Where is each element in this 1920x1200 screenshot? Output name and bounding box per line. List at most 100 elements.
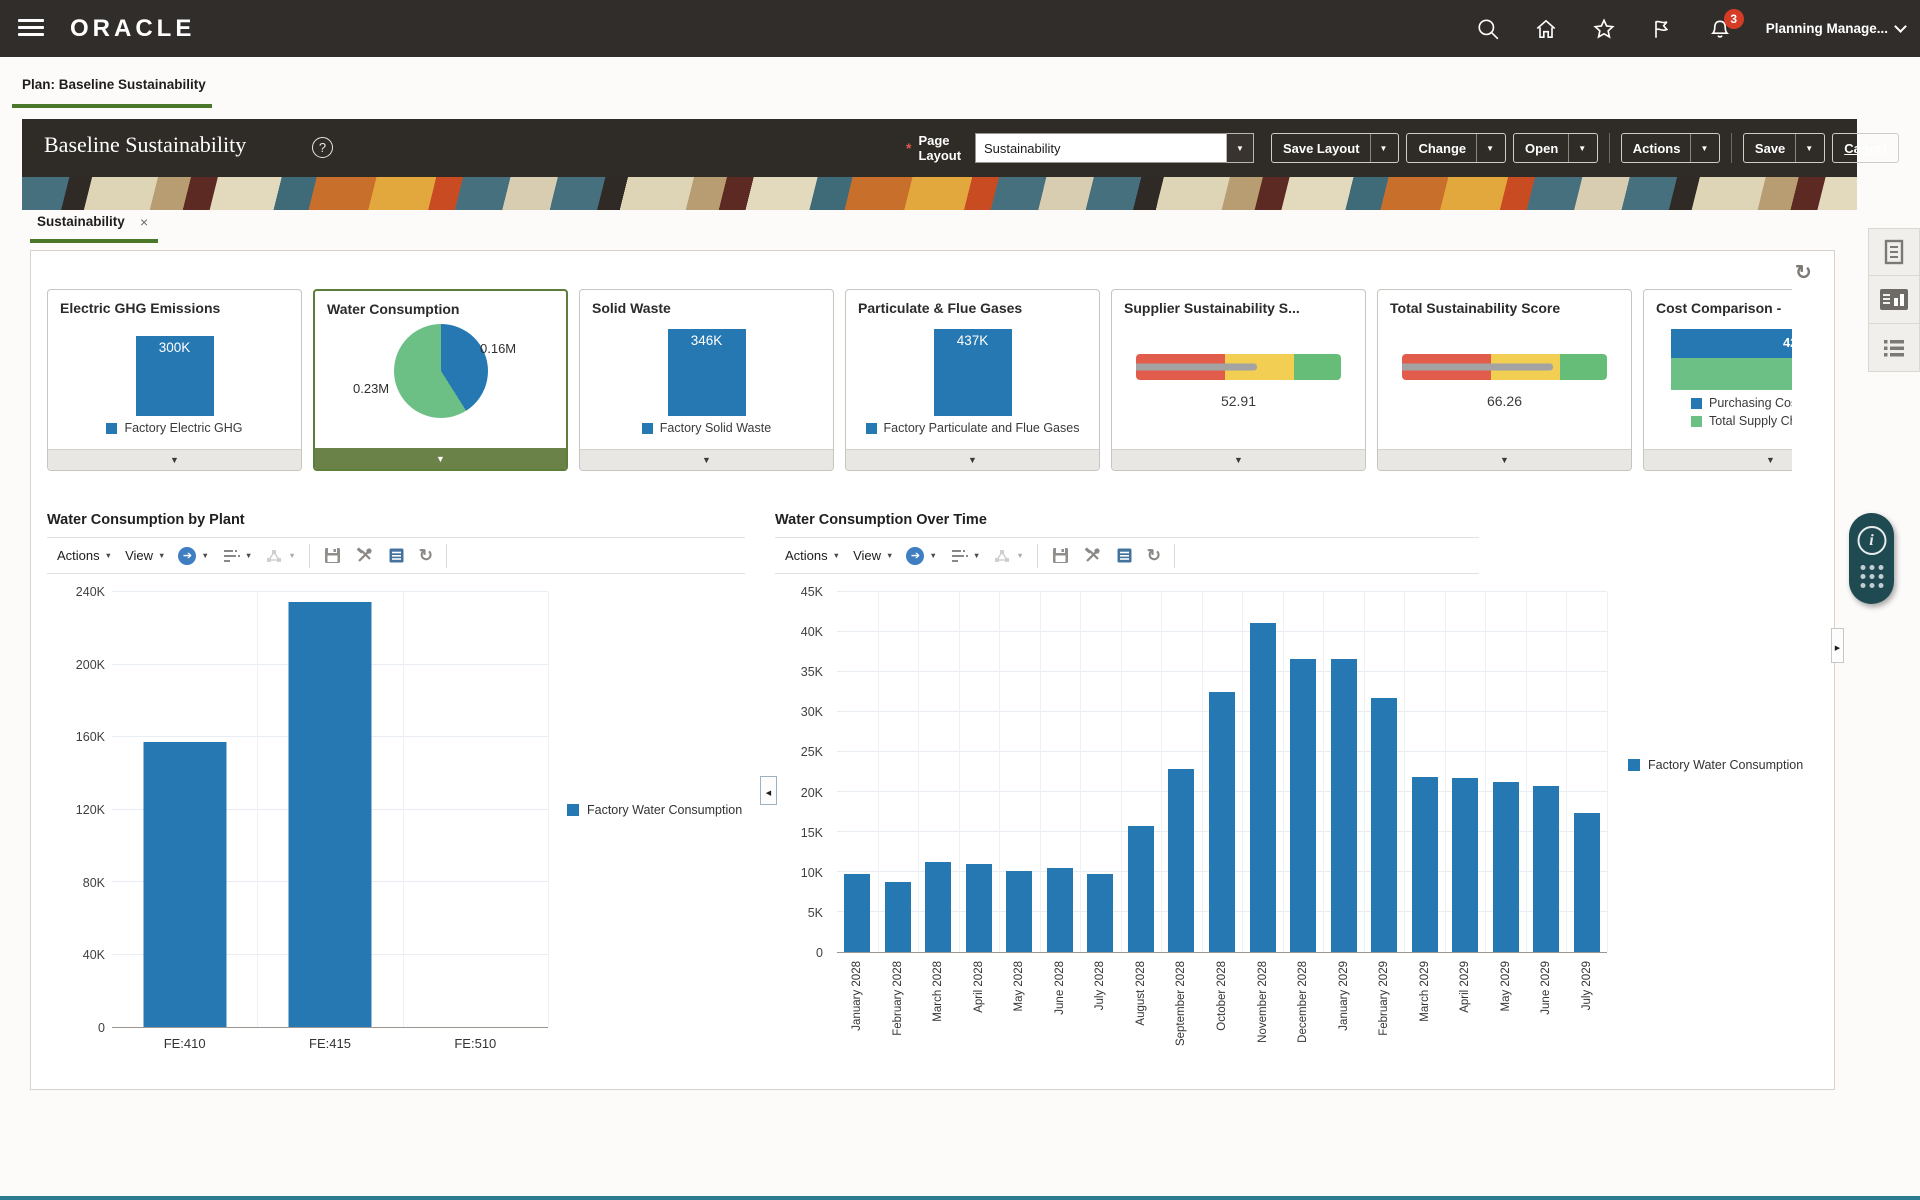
refresh-chart-icon[interactable]	[1147, 546, 1161, 566]
chart-toolbar: Actions View	[47, 537, 745, 574]
document-icon	[1878, 236, 1910, 268]
navigation-menu-icon[interactable]	[18, 19, 44, 38]
page-layout-select[interactable]: Sustainability	[975, 133, 1227, 163]
dropdown-arrow-icon	[1578, 144, 1586, 153]
rail-list-view-button[interactable]	[1868, 324, 1920, 372]
view-menu[interactable]: View	[853, 548, 893, 563]
rail-document-view-button[interactable]	[1868, 228, 1920, 276]
favorites-star-icon[interactable]	[1592, 17, 1616, 41]
application-window: ORACLE 3 Planning Manage...	[0, 0, 1920, 1200]
y-tick-label: 240K	[76, 585, 105, 599]
change-button[interactable]: Change	[1406, 133, 1506, 163]
tile-expand-button[interactable]	[580, 449, 833, 470]
rail-dashboard-view-button-selected[interactable]	[1868, 276, 1920, 324]
bar-September 2028	[1168, 769, 1194, 952]
go-to-menu[interactable]	[906, 547, 936, 565]
y-tick-label: 5K	[808, 906, 823, 920]
cost-bar-purchasing: 423	[1671, 329, 1792, 358]
legend-swatch	[106, 423, 117, 434]
search-icon[interactable]	[1476, 17, 1500, 41]
view-menu[interactable]: View	[125, 548, 165, 563]
cancel-button[interactable]: Cancel	[1832, 133, 1899, 163]
panel-expander[interactable]	[1831, 628, 1844, 663]
bar-March 2028	[925, 862, 951, 952]
tools-icon[interactable]	[1083, 546, 1102, 565]
info-icon[interactable]	[1857, 526, 1886, 555]
x-tick-label: January 2029	[1338, 961, 1350, 1031]
refresh-tiles-icon[interactable]	[1795, 260, 1817, 282]
bar-January 2028	[844, 874, 870, 952]
notifications-bell-icon[interactable]: 3	[1708, 17, 1732, 41]
chart-legend: Factory Water Consumption	[1628, 758, 1803, 772]
tile-particulate-flue-gases[interactable]: Particulate & Flue Gases 437K Factory Pa…	[845, 289, 1100, 471]
flag-watchlist-icon[interactable]	[1650, 17, 1674, 41]
dropdown-arrow-icon	[105, 551, 112, 560]
x-tick-label: FE:415	[309, 1036, 351, 1051]
y-tick-label: 160K	[76, 730, 105, 744]
open-button[interactable]: Open	[1513, 133, 1598, 163]
actions-menu[interactable]: Actions	[57, 548, 112, 563]
view-data-table-icon[interactable]	[1115, 546, 1134, 565]
dropdown-arrow-icon	[245, 551, 252, 560]
save-table-icon[interactable]	[1051, 546, 1070, 565]
tile-solid-waste[interactable]: Solid Waste 346K Factory Solid Waste	[579, 289, 834, 471]
tile-expand-button[interactable]	[1378, 449, 1631, 470]
dropdown-arrow-icon	[1766, 455, 1775, 465]
y-tick-label: 0	[98, 1021, 105, 1035]
refresh-chart-icon[interactable]	[419, 546, 433, 566]
x-tick-label: December 2028	[1297, 961, 1309, 1043]
tile-total-sustainability-score[interactable]: Total Sustainability Score 66.26	[1377, 289, 1632, 471]
bar-May 2028	[1006, 871, 1032, 952]
tab-sustainability[interactable]: Sustainability	[37, 214, 125, 229]
tile-expand-button[interactable]	[1644, 449, 1792, 470]
y-tick-label: 20K	[801, 786, 823, 800]
dashboard-icon	[1877, 283, 1911, 317]
legend-swatch	[567, 804, 579, 816]
tile-expand-button[interactable]	[846, 449, 1099, 470]
save-layout-button[interactable]: Save Layout	[1271, 133, 1400, 163]
page-layout-select-arrow[interactable]	[1226, 133, 1254, 163]
user-menu[interactable]: Planning Manage...	[1766, 21, 1905, 36]
y-tick-label: 30K	[801, 705, 823, 719]
legend-swatch	[1691, 398, 1702, 409]
dropdown-arrow-icon	[288, 551, 295, 560]
x-tick-label: October 2028	[1216, 961, 1228, 1031]
tile-electric-ghg-emissions[interactable]: Electric GHG Emissions 300K Factory Elec…	[47, 289, 302, 471]
tile-expand-button[interactable]	[315, 448, 566, 469]
go-arrow-icon	[906, 547, 924, 565]
bar-December 2028	[1290, 659, 1316, 952]
help-icon[interactable]	[312, 137, 333, 158]
cost-bar-supply-chain	[1671, 358, 1792, 390]
save-button[interactable]: Save	[1743, 133, 1825, 163]
dropdown-arrow-icon	[1234, 455, 1243, 465]
dropdown-arrow-icon	[702, 455, 711, 465]
view-data-table-icon[interactable]	[387, 546, 406, 565]
required-marker: *	[906, 140, 911, 156]
user-menu-label: Planning Manage...	[1766, 21, 1888, 36]
tile-water-consumption[interactable]: Water Consumption 0.16M 0.23M	[313, 289, 568, 471]
tile-supplier-sustainability-score[interactable]: Supplier Sustainability S... 52.91	[1111, 289, 1366, 471]
tools-icon[interactable]	[355, 546, 374, 565]
bar-June 2029	[1533, 786, 1559, 952]
tile-expand-button[interactable]	[48, 449, 301, 470]
hierarchy-icon	[265, 547, 283, 565]
divider	[1037, 544, 1038, 568]
actions-button[interactable]: Actions	[1621, 133, 1721, 163]
format-menu[interactable]	[222, 547, 252, 565]
dropdown-arrow-icon	[886, 551, 893, 560]
go-to-menu[interactable]	[178, 547, 208, 565]
tab-plan-baseline-sustainability[interactable]: Plan: Baseline Sustainability	[22, 77, 206, 92]
x-tick-label: FE:410	[164, 1036, 206, 1051]
grid-dots-icon[interactable]	[1860, 565, 1883, 588]
tile-expand-button[interactable]	[1112, 449, 1365, 470]
status-gauge	[1136, 354, 1341, 380]
actions-menu[interactable]: Actions	[785, 548, 840, 563]
x-axis-labels: FE:410FE:415FE:510	[112, 1036, 548, 1060]
format-menu[interactable]	[950, 547, 980, 565]
tile-cost-comparison[interactable]: Cost Comparison - 423 Purchasing Cos Tot…	[1643, 289, 1792, 471]
home-icon[interactable]	[1534, 17, 1558, 41]
save-table-icon[interactable]	[323, 546, 342, 565]
water-consumption-by-plant-chart: 040K80K120K160K200K240K FE:410FE:415FE:5…	[47, 580, 757, 1080]
close-tab-icon[interactable]	[140, 214, 148, 230]
legend-swatch	[866, 423, 877, 434]
